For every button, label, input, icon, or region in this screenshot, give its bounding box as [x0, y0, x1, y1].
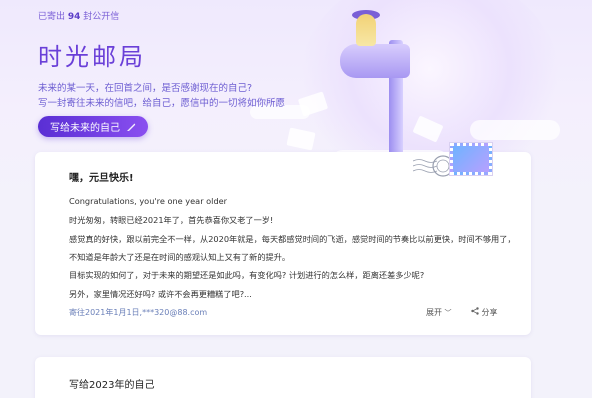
- expand-label: 展开: [426, 308, 442, 317]
- flying-letter-illustration: [286, 127, 316, 151]
- sent-count-text: 已寄出 94 封公开信: [38, 9, 119, 22]
- letter-line: 目标实现的如何了，对于未来的期望还是如此吗，有变化吗? 计划进行的怎么样，距离还…: [69, 270, 425, 280]
- subtitle-line-1: 未来的某一天，在回首之间，是否感谢现在的自己?: [38, 83, 253, 94]
- stamp-icon: [449, 142, 493, 176]
- write-to-future-button[interactable]: 写给未来的自己: [38, 116, 148, 137]
- expand-button[interactable]: 展开 ﹀: [426, 307, 452, 318]
- chevron-down-icon: ﹀: [444, 309, 452, 317]
- share-label: 分享: [481, 308, 498, 317]
- letter-line: Congratulations, you're one year older: [69, 196, 228, 206]
- subtitle-line-2: 写一封寄往未来的信吧，给自己，愿信中的一切将如你所愿: [38, 98, 286, 109]
- share-button[interactable]: 分享: [471, 307, 498, 318]
- write-button-label: 写给未来的自己: [50, 123, 120, 134]
- letter-card[interactable]: 嘿，元旦快乐! Congratulations, you're one year…: [35, 142, 531, 335]
- girl-illustration: [356, 14, 376, 46]
- letter-title: 写给2023年的自己: [69, 380, 155, 391]
- letter-meta: 寄往2021年1月1日,***320@88.com: [69, 308, 208, 317]
- sent-prefix: 已寄出: [38, 12, 66, 22]
- letter-card[interactable]: 写给2023年的自己: [35, 357, 531, 398]
- letter-line: 另外，家里情况还好吗? 或许不会再更糟糕了吧?...: [69, 289, 252, 299]
- share-icon: [471, 307, 482, 317]
- letter-greeting: 嘿，元旦快乐!: [69, 173, 134, 184]
- letter-line: 时光匆匆，转眼已经2021年了，首先恭喜你又老了一岁!: [69, 215, 274, 225]
- feather-icon: [126, 122, 136, 132]
- mailbox-illustration: [340, 44, 410, 78]
- letter-line: 不知道是年龄大了还是在时间的感观认知上又有了新的提升。: [69, 252, 291, 262]
- sent-suffix: 封公开信: [83, 12, 120, 22]
- page-title: 时光邮局: [38, 43, 146, 71]
- letter-line: 感觉真的好快，跟以前完全不一样，从2020年就是，每天都感觉时间的飞逝，感觉时间…: [69, 234, 516, 244]
- sent-count-number: 94: [67, 12, 81, 22]
- cloud-decoration: [470, 120, 560, 140]
